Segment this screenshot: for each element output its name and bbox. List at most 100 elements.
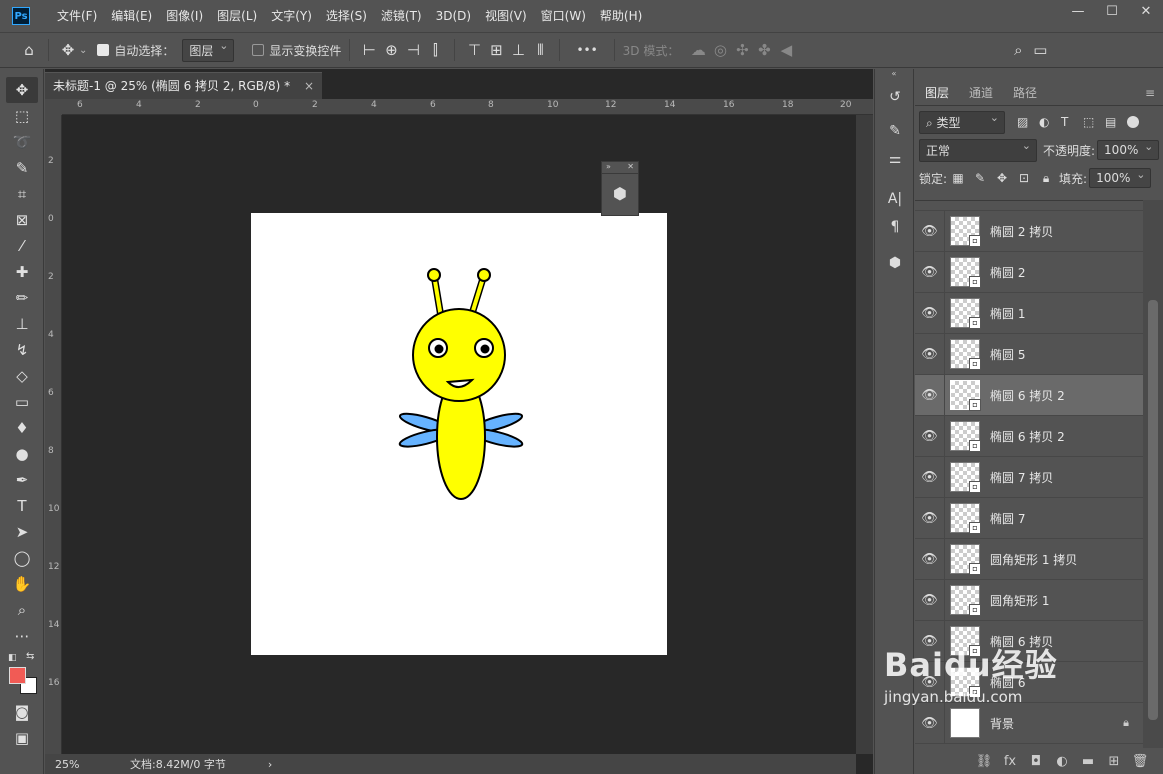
distribute-icon[interactable]: ⫿	[424, 41, 446, 59]
adjustment-layer-icon[interactable]: ◐	[1049, 754, 1075, 769]
swap-colors-icon[interactable]: ⇆	[26, 651, 34, 662]
align-middle-icon[interactable]: ⊞	[485, 41, 507, 59]
lock-all-icon[interactable]: 🔒︎	[1035, 171, 1057, 186]
visibility-eye-icon[interactable]: 👁︎	[915, 333, 945, 375]
visibility-eye-icon[interactable]: 👁︎	[915, 210, 945, 252]
collapse-icon[interactable]: «	[875, 69, 913, 83]
roll-3d-icon[interactable]: ◎	[709, 41, 731, 59]
eyedropper-tool-icon[interactable]: ⁄	[0, 233, 44, 259]
tab-channels[interactable]: 通道	[959, 80, 1003, 105]
pan-3d-icon[interactable]: ✣	[731, 41, 753, 59]
visibility-eye-icon[interactable]: 👁︎	[915, 456, 945, 498]
filter-smart-icon[interactable]: ▤	[1105, 115, 1127, 129]
visibility-eye-icon[interactable]: 👁︎	[915, 251, 945, 293]
layer-row[interactable]: 👁︎ ▫ 椭圆 7 拷贝	[915, 456, 1143, 498]
lasso-tool-icon[interactable]: ➰	[0, 129, 44, 155]
menu-window[interactable]: 窗口(W)	[534, 0, 593, 32]
layer-row[interactable]: 👁︎ ▫ 椭圆 6 拷贝 2	[915, 415, 1143, 457]
marquee-tool-icon[interactable]: ⬚	[0, 103, 44, 129]
quick-mask-icon[interactable]: ◙	[0, 699, 44, 725]
fx-icon[interactable]: fx	[997, 754, 1023, 769]
filter-pixel-icon[interactable]: ▨	[1017, 115, 1039, 129]
expand-icon[interactable]: »	[606, 162, 611, 173]
move-tool-icon[interactable]: ✥	[6, 77, 38, 103]
gradient-tool-icon[interactable]: ▭	[0, 389, 44, 415]
visibility-eye-icon[interactable]: 👁︎	[915, 579, 945, 621]
opacity-field[interactable]: 100%	[1097, 140, 1160, 160]
link-layers-icon[interactable]: ⛓	[971, 754, 997, 769]
filter-shape-icon[interactable]: ⬚	[1083, 115, 1105, 129]
ellipse-tool-icon[interactable]: ◯	[0, 545, 44, 571]
document-tab[interactable]: 未标题-1 @ 25% (椭圆 6 拷贝 2, RGB/8) * ×	[45, 72, 323, 99]
brushes-icon[interactable]: ✎	[875, 117, 915, 145]
visibility-eye-icon[interactable]: 👁︎	[915, 374, 945, 416]
auto-select-dropdown[interactable]: 图层	[182, 38, 235, 62]
layer-row[interactable]: 👁︎ ▫ 椭圆 5	[915, 333, 1143, 375]
visibility-eye-icon[interactable]: 👁︎	[915, 538, 945, 580]
menu-3d[interactable]: 3D(D)	[429, 0, 478, 32]
slide-3d-icon[interactable]: ✤	[753, 41, 775, 59]
tab-layers[interactable]: 图层	[915, 80, 960, 105]
history-brush-icon[interactable]: ↯	[0, 337, 44, 363]
menu-filter[interactable]: 滤镜(T)	[374, 0, 429, 32]
screen-mode-icon[interactable]: ▣	[0, 725, 44, 751]
maximize-button[interactable]: ☐	[1095, 0, 1129, 22]
tab-close-icon[interactable]: ×	[304, 79, 314, 93]
camera-3d-icon[interactable]: ◀	[775, 41, 797, 59]
filter-type-icon[interactable]: T	[1061, 115, 1083, 129]
vertical-scrollbar[interactable]	[856, 115, 873, 754]
workspace-icon[interactable]: ▭	[1029, 41, 1051, 59]
layers-scrollbar[interactable]	[1143, 200, 1163, 748]
menu-view[interactable]: 视图(V)	[478, 0, 534, 32]
distribute-vertical-icon[interactable]: ⦀	[529, 41, 551, 59]
align-center-icon[interactable]: ⊕	[380, 41, 402, 59]
menu-edit[interactable]: 编辑(E)	[104, 0, 159, 32]
status-menu-arrow[interactable]: ›	[268, 758, 272, 771]
stamp-tool-icon[interactable]: ⊥	[0, 311, 44, 337]
tab-paths[interactable]: 路径	[1003, 80, 1047, 105]
menu-layer[interactable]: 图层(L)	[210, 0, 264, 32]
menu-help[interactable]: 帮助(H)	[593, 0, 649, 32]
dodge-tool-icon[interactable]: ●	[0, 441, 44, 467]
filter-type-dropdown[interactable]: ⌕ 类型	[919, 110, 1005, 134]
blend-mode-dropdown[interactable]: 正常	[919, 138, 1037, 162]
history-icon[interactable]: ↺	[875, 83, 915, 111]
align-left-icon[interactable]: ⊢	[358, 41, 380, 59]
lock-paint-icon[interactable]: ✎	[969, 171, 991, 185]
menu-type[interactable]: 文字(Y)	[264, 0, 319, 32]
zoom-tool-icon[interactable]: ⌕	[0, 597, 44, 623]
align-top-icon[interactable]: ⊤	[463, 41, 485, 59]
lock-position-icon[interactable]: ✥	[991, 171, 1013, 185]
home-icon[interactable]: ⌂	[18, 41, 40, 59]
show-transform-checkbox[interactable]	[252, 44, 265, 56]
layer-row[interactable]: 👁︎ ▫ 椭圆 2	[915, 251, 1143, 293]
new-group-icon[interactable]: ▬	[1075, 754, 1101, 769]
paragraph-icon[interactable]: ¶	[875, 213, 915, 241]
layer-row-selected[interactable]: 👁︎ ▫ 椭圆 6 拷贝 2	[915, 374, 1143, 416]
layer-row[interactable]: 👁︎ ▫ 圆角矩形 1 拷贝	[915, 538, 1143, 580]
path-select-tool-icon[interactable]: ➤	[0, 519, 44, 545]
layer-row[interactable]: 👁︎ ▫ 椭圆 7	[915, 497, 1143, 539]
fill-field[interactable]: 100%	[1089, 168, 1152, 188]
chevron-down-icon[interactable]: ⌄	[79, 45, 87, 56]
delete-layer-icon[interactable]: 🗑︎	[1127, 754, 1153, 769]
move-tool-icon[interactable]: ✥	[57, 41, 79, 59]
hand-tool-icon[interactable]: ✋	[0, 571, 44, 597]
orbit-3d-icon[interactable]: ☁	[687, 41, 709, 59]
quick-select-tool-icon[interactable]: ✎	[0, 155, 44, 181]
canvas[interactable]	[251, 213, 667, 655]
close-icon[interactable]: ✕	[627, 162, 634, 173]
lock-transparent-icon[interactable]: ▦	[947, 171, 969, 185]
healing-tool-icon[interactable]: ✚	[0, 259, 44, 285]
ps-logo[interactable]: Ps	[12, 7, 30, 25]
default-colors-icon[interactable]: ◧	[8, 653, 17, 663]
3d-icon[interactable]: ⬢	[875, 249, 915, 277]
minimize-button[interactable]: —	[1061, 0, 1095, 22]
frame-tool-icon[interactable]: ⊠	[0, 207, 44, 233]
layer-row[interactable]: 👁︎ ▫ 椭圆 1	[915, 292, 1143, 334]
foreground-color-swatch[interactable]	[9, 667, 26, 684]
layer-row[interactable]: 👁︎ ▫ 圆角矩形 1	[915, 579, 1143, 621]
character-icon[interactable]: A|	[875, 185, 915, 213]
visibility-eye-icon[interactable]: 👁︎	[915, 497, 945, 539]
layer-row[interactable]: 👁︎ ▫ 椭圆 2 拷贝	[915, 210, 1143, 252]
